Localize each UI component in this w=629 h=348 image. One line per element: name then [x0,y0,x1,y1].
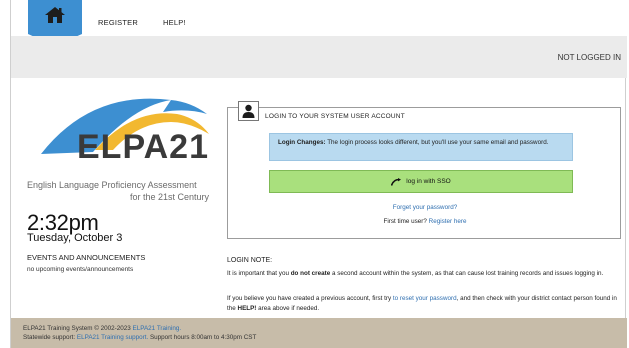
note-p2-bold: HELP! [237,305,257,312]
login-note-heading: LOGIN NOTE: [227,257,273,264]
nav-register-link[interactable]: REGISTER [98,18,138,27]
footer-support-prefix: Statewide support: [23,334,77,341]
login-status-text: NOT LOGGED IN [557,53,621,62]
note-p1-bold: do not create [290,270,331,277]
footer-line-1: ELPA21 Training System © 2002-2023 ELPA2… [23,324,615,333]
first-time-row: First time user? Register here [228,218,622,225]
page-frame: REGISTER HELP! NOT LOGGED IN ELPA21 Engl… [10,0,627,348]
footer-copyright: ELPA21 Training System © 2002-2023 [23,325,133,332]
footer-support-link[interactable]: ELPA21 Training support. [77,334,148,341]
login-note-paragraph-1: It is important that you do not create a… [227,269,623,279]
note-p1-pre: It is important that you [227,270,291,277]
logo-tagline-line1: English Language Proficiency Assessment [27,180,197,190]
footer-training-link[interactable]: ELPA21 Training. [133,325,182,332]
page-footer: ELPA21 Training System © 2002-2023 ELPA2… [11,318,627,348]
nav-help-link[interactable]: HELP! [163,18,186,27]
logo-wordmark: ELPA21 [77,128,209,166]
login-panel-title: LOGIN TO YOUR SYSTEM USER ACCOUNT [265,113,405,120]
logo-tagline-line2: for the 21st Century [129,192,209,202]
home-icon [45,7,65,23]
note-p2-post: area above if needed. [256,305,320,312]
reset-password-link[interactable]: to reset your password [393,295,457,302]
events-empty-text: no upcoming events/announcements [27,266,134,273]
login-changes-bold: Login Changes: [278,139,326,146]
sign-in-icon [391,177,402,186]
login-changes-text: The login process looks different, but y… [325,139,549,146]
sso-login-button[interactable]: log in with SSO [269,170,573,193]
forgot-password-row: Forget your password? [228,204,622,211]
user-badge [238,101,259,121]
note-p1-post: a second account within the system, as t… [330,270,604,277]
sso-login-label: log in with SSO [406,178,451,185]
forgot-password-link[interactable]: Forget your password? [393,204,457,211]
login-panel: LOGIN TO YOUR SYSTEM USER ACCOUNT Login … [227,101,622,239]
current-date: Tuesday, October 3 [27,232,123,244]
top-nav: REGISTER HELP! [11,0,627,46]
footer-support-hours: Support hours 8:00am to 4:30pm CST [148,334,257,341]
events-heading: EVENTS AND ANNOUNCEMENTS [27,253,146,262]
status-bar: NOT LOGGED IN [11,36,627,78]
login-changes-notice: Login Changes: The login process looks d… [269,133,573,161]
register-here-link[interactable]: Register here [429,218,467,225]
footer-line-2: Statewide support: ELPA21 Training suppo… [23,333,615,342]
user-icon [242,104,255,118]
login-note-paragraph-2: If you believe you have created a previo… [227,294,627,314]
first-time-text: First time user? [383,218,427,225]
note-p2-pre: If you believe you have created a previo… [227,295,393,302]
